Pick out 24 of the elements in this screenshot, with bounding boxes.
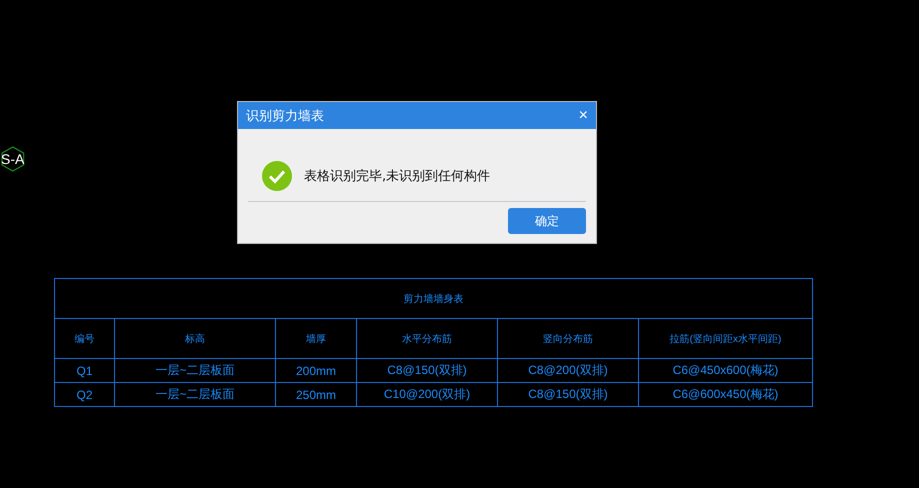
table-cell: 200mm [276, 358, 356, 382]
column-header: 标高 [114, 318, 276, 358]
table-cell: Q2 [54, 382, 114, 406]
table-cell: C6@600x450(梅花) [638, 382, 812, 406]
column-header: 水平分布筋 [356, 318, 498, 358]
ok-button[interactable]: 确定 [508, 208, 586, 234]
table-cell: 一层~二层板面 [114, 358, 276, 382]
column-header: 编号 [54, 318, 114, 358]
table-cell: Q1 [54, 358, 114, 382]
table-cell: C8@150(双排) [498, 382, 638, 406]
table-cell: C6@450x600(梅花) [638, 358, 812, 382]
message-text: 表格识别完毕,未识别到任何构件 [304, 168, 490, 185]
close-button[interactable]: × [570, 102, 596, 129]
column-header: 墙厚 [276, 318, 356, 358]
column-header: 拉筋(竖向间距x水平间距) [638, 318, 812, 358]
table-cell: 一层~二层板面 [114, 382, 276, 406]
table-cell: C8@150(双排) [356, 358, 498, 382]
success-check-icon [262, 161, 292, 191]
column-header: 竖向分布筋 [498, 318, 638, 358]
dialog-title: 识别剪力墙表 [246, 108, 324, 124]
table-cell: 250mm [276, 382, 356, 406]
table-title: 剪力墙墙身表 [54, 278, 812, 318]
table-cell: C8@200(双排) [498, 358, 638, 382]
table-cell: C10@200(双排) [356, 382, 498, 406]
